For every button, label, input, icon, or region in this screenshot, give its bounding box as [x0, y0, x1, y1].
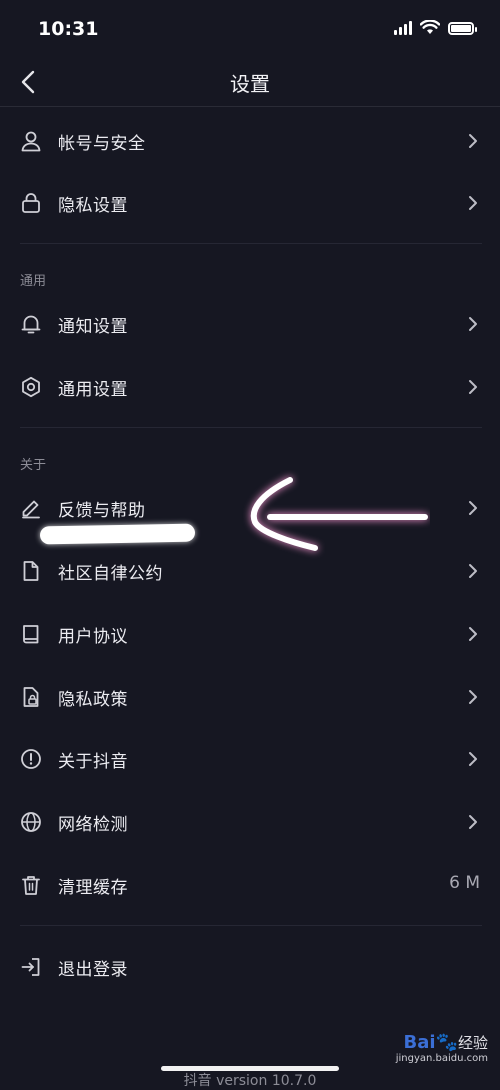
settings-item-logout[interactable]: 退出登录	[0, 937, 500, 997]
status-icons	[394, 20, 477, 35]
wifi-icon	[420, 20, 440, 34]
watermark-logo: Bai🐾经验	[403, 1032, 488, 1053]
pencil-icon	[22, 500, 40, 519]
section-divider	[20, 925, 482, 926]
baidu-jingyan-watermark: Bai🐾经验 jingyan.baidu.com	[396, 1032, 488, 1064]
settings-item-clear-cache[interactable]: 清理缓存 6 M	[0, 855, 500, 915]
section-divider	[20, 427, 482, 428]
chevron-right-icon	[469, 501, 477, 515]
settings-item-label: 网络检测	[58, 815, 128, 835]
document-icon	[23, 561, 39, 581]
section-header-general: 通用	[20, 274, 47, 289]
annotation-arrow-icon	[250, 477, 428, 551]
bell-icon	[21, 315, 41, 334]
trash-icon	[22, 876, 40, 895]
chevron-right-icon	[469, 690, 477, 704]
settings-item-label: 隐私政策	[58, 690, 128, 710]
person-icon	[21, 131, 41, 152]
section-divider	[20, 243, 482, 244]
app-version: 抖音 version 10.7.0	[183, 1073, 317, 1089]
settings-item-label: 通用设置	[58, 380, 128, 400]
settings-item-label: 退出登录	[58, 960, 128, 980]
logout-icon	[21, 958, 40, 976]
settings-item-label: 帐号与安全	[58, 134, 146, 154]
section-header-about: 关于	[20, 458, 47, 473]
settings-item-label: 通知设置	[58, 317, 128, 337]
chevron-right-icon	[469, 134, 477, 148]
settings-item-label: 反馈与帮助	[58, 501, 146, 521]
settings-item-privacy-policy[interactable]: 隐私政策	[0, 667, 500, 727]
battery-icon	[448, 22, 477, 35]
highlight-scribble	[39, 523, 196, 545]
settings-item-account[interactable]: 帐号与安全	[0, 111, 500, 171]
settings-item-user-agreement[interactable]: 用户协议	[0, 604, 500, 664]
watermark-url: jingyan.baidu.com	[395, 1053, 488, 1064]
gear-icon	[22, 376, 40, 398]
status-time: 10:31	[38, 18, 99, 40]
navigation-bar: 设置	[0, 58, 500, 107]
settings-item-label: 社区自律公约	[58, 564, 163, 584]
info-icon	[21, 749, 41, 769]
settings-item-privacy-settings[interactable]: 隐私设置	[0, 173, 500, 233]
cache-size-value: 6 M	[449, 873, 480, 893]
settings-item-network-check[interactable]: 网络检测	[0, 792, 500, 852]
cellular-signal-icon	[394, 21, 412, 35]
lock-icon	[22, 193, 40, 213]
chevron-right-icon	[469, 815, 477, 829]
chevron-right-icon	[469, 380, 477, 394]
chevron-right-icon	[469, 752, 477, 766]
settings-item-notifications[interactable]: 通知设置	[0, 294, 500, 354]
page-title: 设置	[230, 72, 270, 96]
status-bar: 10:31	[0, 0, 500, 58]
chevron-right-icon	[469, 564, 477, 578]
chevron-right-icon	[469, 196, 477, 210]
home-indicator[interactable]	[161, 1066, 339, 1071]
chevron-right-icon	[469, 627, 477, 641]
settings-item-label: 清理缓存	[58, 878, 128, 898]
settings-item-label: 用户协议	[58, 627, 128, 647]
book-icon	[23, 625, 39, 644]
chevron-right-icon	[469, 317, 477, 331]
settings-item-general[interactable]: 通用设置	[0, 357, 500, 417]
settings-item-label: 隐私设置	[58, 196, 128, 216]
lock-document-icon	[23, 687, 39, 707]
globe-icon	[21, 812, 41, 832]
settings-item-about[interactable]: 关于抖音	[0, 729, 500, 789]
settings-item-label: 关于抖音	[58, 752, 128, 772]
